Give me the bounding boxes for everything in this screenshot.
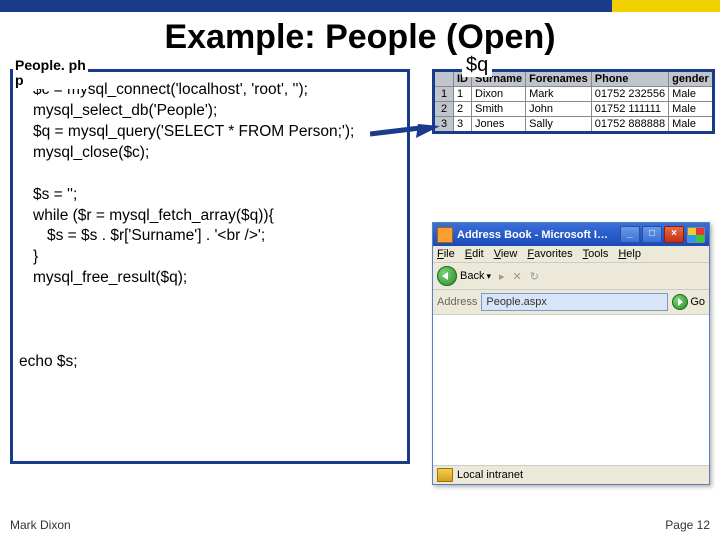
close-button[interactable]: × [664,226,684,243]
table-cell: 1 [454,87,472,102]
code-line: mysql_free_result($q); [19,268,401,289]
back-icon [437,266,457,286]
menu-item[interactable]: Tools [583,248,609,260]
browser-titlebar: Address Book - Microsoft I… _ □ × [433,223,709,246]
go-button[interactable]: Go [672,294,705,310]
go-label: Go [690,296,705,308]
table-cell: John [526,102,592,117]
table-cell: Male [669,87,714,102]
table-cell: Mark [526,87,592,102]
browser-title: Address Book - Microsoft I… [457,229,608,241]
table-cell: Male [669,117,714,133]
footer-author: Mark Dixon [10,518,71,532]
go-icon [672,294,688,310]
app-icon [437,227,453,243]
table-cell: Male [669,102,714,117]
menu-item[interactable]: Favorites [527,248,572,260]
back-button[interactable]: Back ▾ [437,266,491,286]
back-label: Back [460,270,484,282]
footer-page: Page 12 [665,518,710,532]
menu-item[interactable]: File [437,248,455,260]
browser-window: Address Book - Microsoft I… _ □ × File Ed… [432,222,710,485]
table-cell: Dixon [472,87,526,102]
table-cell: Jones [472,117,526,133]
windows-logo-icon [687,227,705,243]
table-cell: 01752 232556 [591,87,668,102]
database-table: IDSurnameForenamesPhonegender 11DixonMar… [432,69,715,134]
code-line: $q = mysql_query('SELECT * FROM Person;'… [19,122,401,143]
table-header: Forenames [526,71,592,87]
file-label-line1: People. ph [15,57,86,73]
address-label: Address [437,296,477,308]
table-row: 11DixonMark01752 232556Male [434,87,714,102]
table-row: 33JonesSally01752 888888Male [434,117,714,133]
address-field[interactable]: People.aspx [481,293,668,311]
code-line: $s = $s . $r['Surname'] . '<br />'; [19,226,401,247]
address-bar: Address People.aspx Go [433,290,709,315]
file-label-line2: p [15,72,24,88]
code-line: mysql_close($c); [19,143,401,164]
table-header: Phone [591,71,668,87]
minimize-button[interactable]: _ [620,226,640,243]
table-row: 22SmithJohn01752 111111Male [434,102,714,117]
intranet-icon [437,468,453,482]
table-cell: Smith [472,102,526,117]
refresh-button[interactable]: ↻ [530,270,539,283]
browser-toolbar: Back ▾ ▸ ✕ ↻ [433,263,709,290]
code-line: echo $s; [19,352,401,373]
table-cell: Sally [526,117,592,133]
menu-item[interactable]: Help [618,248,641,260]
table-cell: 3 [454,117,472,133]
table-header: gender [669,71,714,87]
slide-title: Example: People (Open) [0,18,720,57]
code-line: mysql_select_db('People'); [19,101,401,122]
code-box: $c = mysql_connect('localhost', 'root', … [10,69,410,464]
file-label: People. ph p [13,58,88,89]
stop-button[interactable]: ✕ [513,270,522,283]
q-variable-label: $q [462,54,492,77]
table-cell: 01752 111111 [591,102,668,117]
forward-button[interactable]: ▸ [499,270,505,283]
code-line: while ($r = mysql_fetch_array($q)){ [19,206,401,227]
table-cell: 01752 888888 [591,117,668,133]
menu-item[interactable]: View [494,248,518,260]
arrow-icon [370,124,440,144]
code-line: } [19,247,401,268]
header-bar [0,0,720,12]
browser-content [433,315,709,465]
footer: Mark Dixon Page 12 [10,518,710,532]
menu-item[interactable]: Edit [465,248,484,260]
maximize-button[interactable]: □ [642,226,662,243]
status-text: Local intranet [457,469,523,481]
status-bar: Local intranet [433,465,709,484]
code-line: $s = ''; [19,185,401,206]
table-cell: 2 [454,102,472,117]
browser-menubar: File Edit View Favorites Tools Help [433,246,709,263]
